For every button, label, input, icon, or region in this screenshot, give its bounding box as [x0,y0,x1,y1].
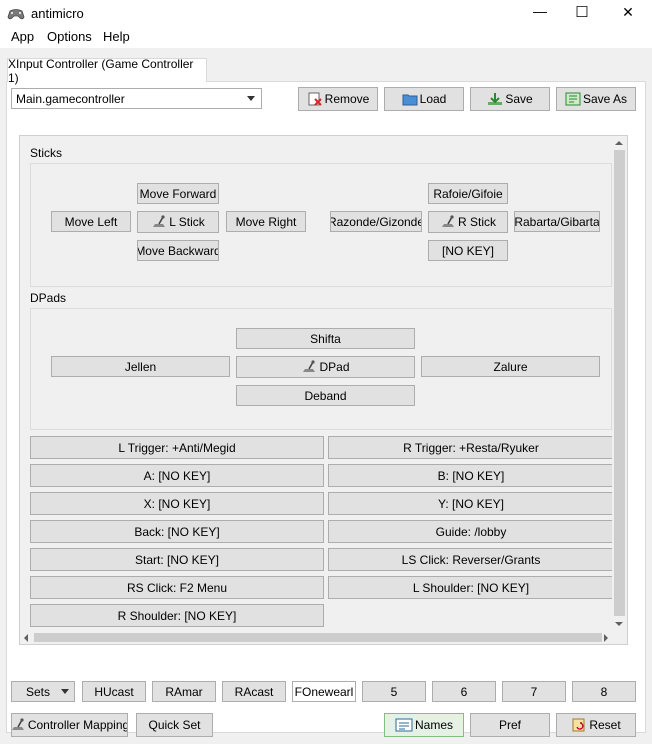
save-button[interactable]: Save [470,87,550,111]
vertical-scrollbar[interactable] [612,136,627,632]
save-download-icon [488,93,503,105]
sticks-title: Sticks [30,146,63,160]
a-button[interactable]: A: [NO KEY] [30,464,324,487]
r-trigger-button[interactable]: R Trigger: +Resta/Ryuker [328,436,614,459]
tab-controller[interactable]: XInput Controller (Game Controller 1) [7,57,207,85]
set-7-button[interactable]: 7 [502,681,566,702]
right-stick-label: R Stick [457,215,496,229]
names-list-icon [395,718,413,732]
scroll-down-icon [615,622,623,626]
close-button[interactable]: ✕ [618,4,638,21]
ls-click-button[interactable]: LS Click: Reverser/Grants [328,548,614,571]
guide-button[interactable]: Guide: /lobby [328,520,614,543]
profile-select-value: Main.gamecontroller [16,91,125,106]
horizontal-scroll-thumb[interactable] [34,633,602,642]
right-stick-up-button[interactable]: Rafoie/Gifoie [428,183,508,204]
maximize-button[interactable]: ☐ [572,3,592,21]
set-1-button[interactable]: HUcast [82,681,146,702]
remove-button[interactable]: Remove [298,87,378,111]
set-6-button[interactable]: 6 [432,681,496,702]
window-title: antimicro [31,6,84,21]
b-button[interactable]: B: [NO KEY] [328,464,614,487]
joystick-icon [153,215,166,227]
set-5-button[interactable]: 5 [362,681,426,702]
menu-options[interactable]: Options [47,29,92,44]
set-3-button[interactable]: RAcast [222,681,286,702]
joystick-icon [441,215,454,227]
reset-label: Reset [589,718,621,732]
dpad-down-button[interactable]: Deband [236,385,415,406]
reset-button[interactable]: Reset [556,713,636,737]
save-as-label: Save As [582,92,628,106]
save-label: Save [505,92,533,106]
gamepad-icon [7,9,25,20]
left-stick-left-button[interactable]: Move Left [51,211,131,232]
rs-click-button[interactable]: RS Click: F2 Menu [30,576,324,599]
controller-mapping-label: Controller Mapping [27,718,128,732]
sets-label: Sets [26,684,51,699]
left-stick-button[interactable]: L Stick [137,211,219,233]
set-2-button[interactable]: RAmar [152,681,216,702]
left-stick-label: L Stick [169,215,205,229]
menu-bar [0,28,652,48]
save-as-button[interactable]: Save As [556,87,636,111]
left-stick-down-button[interactable]: Move Backward [137,240,219,261]
left-stick-right-button[interactable]: Move Right [226,211,306,232]
minimize-button[interactable]: — [530,3,550,19]
joystick-icon [12,718,24,730]
dpad-label: DPad [319,360,350,374]
scroll-left-icon [24,634,28,642]
reset-icon [572,718,585,732]
dpad-left-button[interactable]: Jellen [51,356,230,377]
controller-mapping-button[interactable]: Controller Mapping [11,713,128,737]
scroll-right-icon [604,634,608,642]
set-4-button[interactable]: FOnewearl [292,681,356,702]
save-as-icon [565,92,581,106]
left-stick-up-button[interactable]: Move Forward [137,183,219,204]
load-label: Load [419,92,447,106]
l-shoulder-button[interactable]: L Shoulder: [NO KEY] [328,576,614,599]
l-trigger-button[interactable]: L Trigger: +Anti/Megid [30,436,324,459]
names-button[interactable]: Names [384,713,464,737]
right-stick-right-button[interactable]: Rabarta/Gibarta [514,211,600,232]
right-stick-down-button[interactable]: [NO KEY] [428,240,508,261]
set-8-button[interactable]: 8 [572,681,636,702]
dpad-up-button[interactable]: Shifta [236,328,415,349]
vertical-scroll-thumb[interactable] [614,150,625,616]
scroll-up-icon [615,141,623,145]
dpad-button[interactable]: DPad [236,356,415,378]
r-shoulder-button[interactable]: R Shoulder: [NO KEY] [30,604,324,627]
chevron-down-icon [247,96,255,101]
load-button[interactable]: Load [384,87,464,111]
sets-dropdown[interactable]: Sets [11,681,75,702]
y-button[interactable]: Y: [NO KEY] [328,492,614,515]
chevron-down-icon [61,689,69,694]
start-button[interactable]: Start: [NO KEY] [30,548,324,571]
back-button[interactable]: Back: [NO KEY] [30,520,324,543]
x-button[interactable]: X: [NO KEY] [30,492,324,515]
right-stick-left-button[interactable]: Razonde/Gizonde [330,211,422,232]
profile-select[interactable]: Main.gamecontroller [11,88,262,109]
folder-icon [402,94,418,106]
dpads-title: DPads [30,291,67,305]
title-bar [0,0,652,28]
pref-button[interactable]: Pref [470,713,550,737]
remove-label: Remove [324,92,370,106]
right-stick-button[interactable]: R Stick [428,211,508,233]
horizontal-scrollbar[interactable] [20,631,612,644]
quick-set-button[interactable]: Quick Set [136,713,213,737]
remove-file-icon [308,92,322,106]
dpad-right-button[interactable]: Zalure [421,356,600,377]
menu-app[interactable]: App [11,29,34,44]
joystick-icon [303,360,316,372]
names-label: Names [414,718,453,732]
menu-help[interactable]: Help [103,29,130,44]
